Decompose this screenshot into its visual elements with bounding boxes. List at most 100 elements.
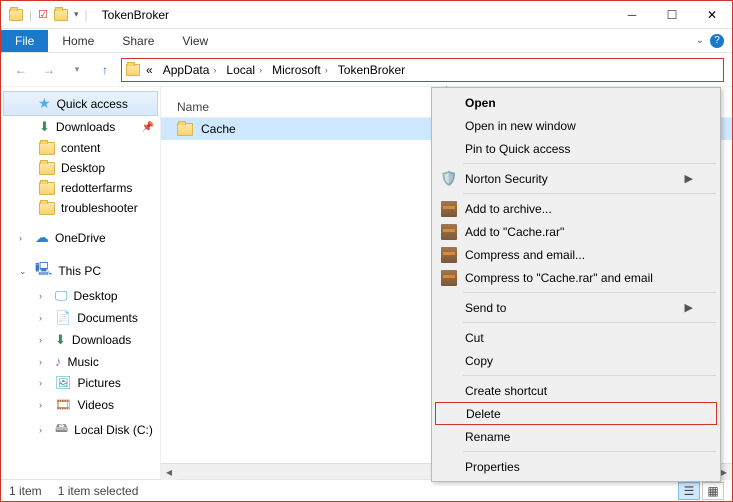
menu-separator bbox=[463, 292, 716, 293]
sidebar-item-documents[interactable]: ›📄Documents bbox=[1, 307, 160, 329]
folder-icon bbox=[39, 202, 55, 215]
scroll-left-icon[interactable]: ◂ bbox=[161, 464, 177, 480]
breadcrumb-segment[interactable]: Local› bbox=[222, 61, 266, 79]
menu-create-shortcut[interactable]: Create shortcut bbox=[435, 379, 717, 402]
menu-add-archive[interactable]: Add to archive... bbox=[435, 197, 717, 220]
app-icon bbox=[9, 9, 23, 21]
shield-icon: 🛡️ bbox=[440, 170, 458, 188]
breadcrumb[interactable]: « AppData› Local› Microsoft› TokenBroker bbox=[121, 58, 724, 82]
titlebar: | ☑ ▾ | TokenBroker ─ ☐ ✕ bbox=[1, 1, 732, 29]
sidebar-item-desktop[interactable]: Desktop bbox=[1, 158, 160, 178]
pc-icon: 🖳 bbox=[35, 260, 52, 282]
sidebar-item-onedrive[interactable]: ›☁OneDrive bbox=[1, 226, 160, 249]
forward-button[interactable]: → bbox=[37, 58, 61, 82]
maximize-button[interactable]: ☐ bbox=[652, 1, 692, 29]
sidebar-item-pictures[interactable]: ›🖼Pictures bbox=[1, 372, 160, 394]
star-icon: ★ bbox=[38, 95, 51, 112]
breadcrumb-segment[interactable]: Microsoft› bbox=[268, 61, 332, 79]
sidebar-item-downloads[interactable]: ⬇Downloads📌 bbox=[1, 116, 160, 138]
menu-open[interactable]: Open bbox=[435, 91, 717, 114]
sidebar-item-label: Quick access bbox=[57, 97, 128, 111]
sidebar-item-downloads[interactable]: ›⬇Downloads bbox=[1, 329, 160, 351]
sidebar-item-thispc[interactable]: ⌄🖳This PC bbox=[1, 257, 160, 285]
close-button[interactable]: ✕ bbox=[692, 1, 732, 29]
menu-delete[interactable]: Delete bbox=[435, 402, 717, 425]
folder-icon bbox=[39, 162, 55, 175]
chevron-right-icon: ▶ bbox=[685, 301, 693, 314]
sidebar-item-videos[interactable]: ›🎞Videos bbox=[1, 394, 160, 416]
breadcrumb-segment[interactable]: AppData› bbox=[159, 61, 221, 79]
menu-rename[interactable]: Rename bbox=[435, 425, 717, 448]
picture-icon: 🖼 bbox=[55, 375, 72, 391]
sidebar-item-quickaccess[interactable]: ★ Quick access bbox=[3, 91, 158, 116]
recent-dropdown-icon[interactable]: ▾ bbox=[65, 58, 89, 82]
view-details-button[interactable]: ☰ bbox=[678, 482, 700, 500]
view-thumbnails-button[interactable]: ▦ bbox=[702, 482, 724, 500]
tab-home[interactable]: Home bbox=[48, 30, 108, 52]
context-menu: Open Open in new window Pin to Quick acc… bbox=[431, 87, 721, 482]
menu-open-new-window[interactable]: Open in new window bbox=[435, 114, 717, 137]
menu-send-to[interactable]: Send to▶ bbox=[435, 296, 717, 319]
chevron-right-icon: › bbox=[19, 233, 29, 243]
chevron-down-icon: ⌄ bbox=[19, 266, 29, 277]
sidebar-item-desktop[interactable]: ›🖵Desktop bbox=[1, 285, 160, 307]
menu-compress-email[interactable]: Compress and email... bbox=[435, 243, 717, 266]
content-area: ⌃ Name Cache ◂ ▸ Open Open in new window… bbox=[161, 87, 732, 479]
breadcrumb-overflow[interactable]: « bbox=[142, 61, 157, 79]
tab-view[interactable]: View bbox=[168, 30, 222, 52]
archive-icon bbox=[441, 247, 457, 263]
window-title: TokenBroker bbox=[96, 8, 612, 22]
sidebar-item-redotterfarms[interactable]: redotterfarms bbox=[1, 178, 160, 198]
document-icon: 📄 bbox=[55, 310, 71, 326]
folder-icon bbox=[39, 182, 55, 195]
status-item-count: 1 item bbox=[9, 484, 42, 498]
menu-separator bbox=[463, 375, 716, 376]
back-button[interactable]: ← bbox=[9, 58, 33, 82]
menu-compress-cache-email[interactable]: Compress to "Cache.rar" and email bbox=[435, 266, 717, 289]
status-selected-count: 1 item selected bbox=[58, 484, 139, 498]
tab-share[interactable]: Share bbox=[108, 30, 168, 52]
statusbar: 1 item 1 item selected ☰ ▦ bbox=[1, 479, 732, 501]
download-icon: ⬇ bbox=[39, 119, 50, 135]
up-button[interactable]: ↑ bbox=[93, 58, 117, 82]
breadcrumb-segment[interactable]: TokenBroker bbox=[334, 61, 409, 79]
help-icon[interactable]: ? bbox=[710, 34, 724, 48]
tab-file[interactable]: File bbox=[1, 30, 48, 52]
pin-icon: 📌 bbox=[142, 122, 154, 133]
menu-separator bbox=[463, 163, 716, 164]
ribbon: File Home Share View ⌄ ? bbox=[1, 29, 732, 53]
folder-icon bbox=[177, 123, 193, 136]
folder-icon bbox=[39, 142, 55, 155]
cloud-icon: ☁ bbox=[35, 229, 49, 246]
menu-copy[interactable]: Copy bbox=[435, 349, 717, 372]
qat-dropdown-icon[interactable]: ▾ bbox=[74, 9, 79, 20]
archive-icon bbox=[441, 224, 457, 240]
menu-separator bbox=[463, 322, 716, 323]
minimize-button[interactable]: ─ bbox=[612, 1, 652, 29]
video-icon: 🎞 bbox=[55, 397, 72, 413]
menu-pin-quickaccess[interactable]: Pin to Quick access bbox=[435, 137, 717, 160]
qat-separator: | bbox=[29, 8, 32, 22]
disk-icon: 🖴 bbox=[55, 419, 68, 441]
archive-icon bbox=[441, 270, 457, 286]
chevron-right-icon: ▶ bbox=[685, 172, 693, 185]
menu-cut[interactable]: Cut bbox=[435, 326, 717, 349]
menu-separator bbox=[463, 451, 716, 452]
file-name: Cache bbox=[201, 122, 236, 136]
sidebar-item-content[interactable]: content bbox=[1, 138, 160, 158]
menu-add-cache-rar[interactable]: Add to "Cache.rar" bbox=[435, 220, 717, 243]
address-bar: ← → ▾ ↑ « AppData› Local› Microsoft› Tok… bbox=[1, 53, 732, 87]
ribbon-expand-icon[interactable]: ⌄ bbox=[696, 35, 704, 46]
navigation-pane: ★ Quick access ⬇Downloads📌 content Deskt… bbox=[1, 87, 161, 479]
sidebar-item-music[interactable]: ›♪Music bbox=[1, 351, 160, 372]
qat-properties-icon[interactable]: ☑ bbox=[38, 8, 48, 21]
menu-properties[interactable]: Properties bbox=[435, 455, 717, 478]
archive-icon bbox=[441, 201, 457, 217]
sidebar-item-troubleshooter[interactable]: troubleshooter bbox=[1, 198, 160, 218]
qat-newfolder-icon[interactable] bbox=[54, 9, 68, 21]
menu-norton[interactable]: 🛡️Norton Security▶ bbox=[435, 167, 717, 190]
sidebar-item-localdisk[interactable]: ›🖴Local Disk (C:) bbox=[1, 416, 160, 444]
qat-separator: | bbox=[85, 8, 88, 22]
download-icon: ⬇ bbox=[55, 332, 66, 348]
menu-separator bbox=[463, 193, 716, 194]
